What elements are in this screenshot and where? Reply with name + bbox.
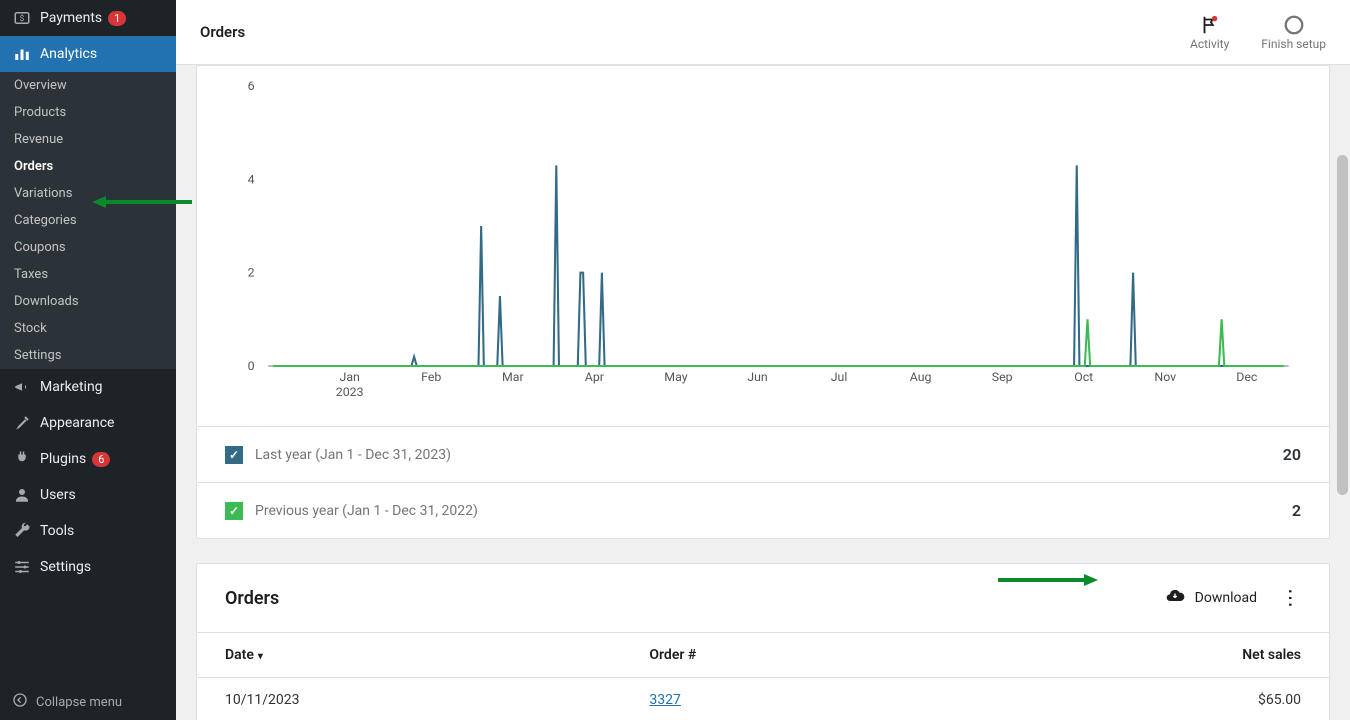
main-content: 0 2 4 6 Jan Feb Mar Apr May Jun Jul Aug Sep Oct Nov Dec…	[176, 65, 1350, 720]
legend-value: 20	[1283, 445, 1301, 464]
chart-area: 0 2 4 6 Jan Feb Mar Apr May Jun Jul Aug Sep Oct Nov Dec…	[197, 66, 1329, 426]
sliders-icon	[12, 557, 32, 577]
payments-badge: 1	[108, 11, 126, 26]
checkbox-icon[interactable]: ✓	[225, 446, 243, 464]
sidebar-item-label: Payments	[40, 10, 102, 26]
sidebar-sub-revenue[interactable]: Revenue	[0, 126, 176, 153]
checkbox-icon[interactable]: ✓	[225, 502, 243, 520]
sidebar-item-appearance[interactable]: Appearance	[0, 405, 176, 441]
legend-series-1[interactable]: ✓ Last year (Jan 1 - Dec 31, 2023) 20	[197, 426, 1329, 482]
svg-text:Mar: Mar	[502, 370, 524, 384]
sidebar-sub-taxes[interactable]: Taxes	[0, 261, 176, 288]
svg-text:2023: 2023	[336, 385, 364, 399]
more-options-icon[interactable]: ⋯	[1279, 588, 1303, 608]
sidebar-item-settings[interactable]: Settings	[0, 549, 176, 585]
analytics-icon	[12, 44, 32, 64]
orders-table-title: Orders	[225, 588, 279, 609]
progress-circle-icon	[1283, 13, 1305, 37]
svg-text:Nov: Nov	[1154, 370, 1176, 384]
svg-text:4: 4	[248, 173, 255, 187]
page-header: Orders Activity Finish setup	[176, 0, 1350, 65]
svg-text:0: 0	[248, 359, 255, 373]
sidebar-item-users[interactable]: Users	[0, 477, 176, 513]
sidebar-item-label: Tools	[40, 523, 74, 539]
sidebar-sub-settings[interactable]: Settings	[0, 342, 176, 369]
plug-icon	[12, 449, 32, 469]
download-button[interactable]: Download	[1165, 586, 1257, 610]
finish-setup-button[interactable]: Finish setup	[1261, 13, 1326, 51]
sidebar-item-marketing[interactable]: Marketing	[0, 369, 176, 405]
svg-text:Apr: Apr	[585, 370, 604, 384]
sidebar-item-label: Settings	[40, 559, 91, 575]
sidebar-item-tools[interactable]: Tools	[0, 513, 176, 549]
svg-text:Aug: Aug	[910, 370, 932, 384]
scrollbar-thumb[interactable]	[1337, 155, 1348, 495]
scrollbar[interactable]	[1335, 65, 1350, 720]
megaphone-icon	[12, 377, 32, 397]
orders-chart: 0 2 4 6 Jan Feb Mar Apr May Jun Jul Aug Sep Oct Nov Dec…	[227, 76, 1299, 406]
finish-setup-label: Finish setup	[1261, 37, 1326, 51]
collapse-menu-button[interactable]: Collapse menu	[0, 684, 176, 720]
plugins-badge: 6	[92, 452, 110, 467]
user-icon	[12, 485, 32, 505]
chart-card: 0 2 4 6 Jan Feb Mar Apr May Jun Jul Aug Sep Oct Nov Dec…	[196, 65, 1330, 539]
col-order-header[interactable]: Order #	[621, 633, 956, 678]
order-link[interactable]: 3327	[649, 692, 680, 708]
svg-text:6: 6	[248, 79, 255, 93]
collapse-label: Collapse menu	[36, 695, 122, 710]
collapse-icon	[12, 692, 28, 712]
table-row: 10/11/2023 3327 $65.00	[197, 678, 1329, 720]
sidebar-sub-categories[interactable]: Categories	[0, 207, 176, 234]
orders-table-header: Orders Download ⋯	[197, 564, 1329, 632]
legend-value: 2	[1292, 501, 1301, 520]
svg-text:May: May	[664, 370, 688, 384]
sidebar-item-label: Users	[40, 487, 76, 503]
sidebar-item-label: Plugins	[40, 451, 86, 467]
orders-table-card: Orders Download ⋯ Date▾ Order # Net sale…	[196, 563, 1330, 720]
wrench-icon	[12, 521, 32, 541]
activity-label: Activity	[1190, 37, 1229, 51]
sidebar-item-plugins[interactable]: Plugins 6	[0, 441, 176, 477]
svg-text:Jun: Jun	[747, 370, 767, 384]
download-label: Download	[1195, 590, 1257, 606]
col-date-header[interactable]: Date▾	[197, 633, 621, 678]
payments-icon: $	[12, 8, 32, 28]
sidebar-item-payments[interactable]: $ Payments 1	[0, 0, 176, 36]
legend-label: Previous year (Jan 1 - Dec 31, 2022)	[255, 503, 478, 519]
analytics-subitems: Overview Products Revenue Orders Variati…	[0, 72, 176, 369]
admin-sidebar: $ Payments 1 Analytics Overview Products…	[0, 0, 176, 720]
chevron-down-icon: ▾	[258, 651, 263, 662]
sidebar-item-label: Analytics	[40, 46, 97, 62]
cloud-download-icon	[1165, 586, 1185, 610]
svg-text:Feb: Feb	[421, 370, 441, 384]
legend-label: Last year (Jan 1 - Dec 31, 2023)	[255, 447, 451, 463]
cell-net: $65.00	[956, 678, 1329, 720]
brush-icon	[12, 413, 32, 433]
sidebar-item-label: Marketing	[40, 379, 103, 395]
activity-button[interactable]: Activity	[1190, 13, 1229, 51]
cell-date: 10/11/2023	[197, 678, 621, 720]
sidebar-item-analytics[interactable]: Analytics	[0, 36, 176, 72]
sidebar-sub-orders[interactable]: Orders	[0, 153, 176, 180]
svg-text:$: $	[20, 13, 25, 24]
sidebar-item-label: Appearance	[40, 415, 114, 431]
sidebar-sub-overview[interactable]: Overview	[0, 72, 176, 99]
activity-icon	[1199, 13, 1221, 37]
svg-text:Jul: Jul	[831, 370, 848, 384]
page-title: Orders	[200, 23, 245, 41]
svg-text:Dec: Dec	[1236, 370, 1257, 384]
sidebar-sub-products[interactable]: Products	[0, 99, 176, 126]
svg-text:2: 2	[248, 266, 255, 280]
sidebar-sub-downloads[interactable]: Downloads	[0, 288, 176, 315]
svg-text:Oct: Oct	[1074, 370, 1093, 384]
sidebar-sub-coupons[interactable]: Coupons	[0, 234, 176, 261]
sidebar-sub-variations[interactable]: Variations	[0, 180, 176, 207]
legend-series-2[interactable]: ✓ Previous year (Jan 1 - Dec 31, 2022) 2	[197, 482, 1329, 538]
orders-table: Date▾ Order # Net sales 10/11/2023 3327 …	[197, 632, 1329, 720]
sidebar-sub-stock[interactable]: Stock	[0, 315, 176, 342]
svg-text:Sep: Sep	[992, 370, 1013, 384]
col-net-header[interactable]: Net sales	[956, 633, 1329, 678]
svg-text:Jan: Jan	[340, 370, 360, 384]
